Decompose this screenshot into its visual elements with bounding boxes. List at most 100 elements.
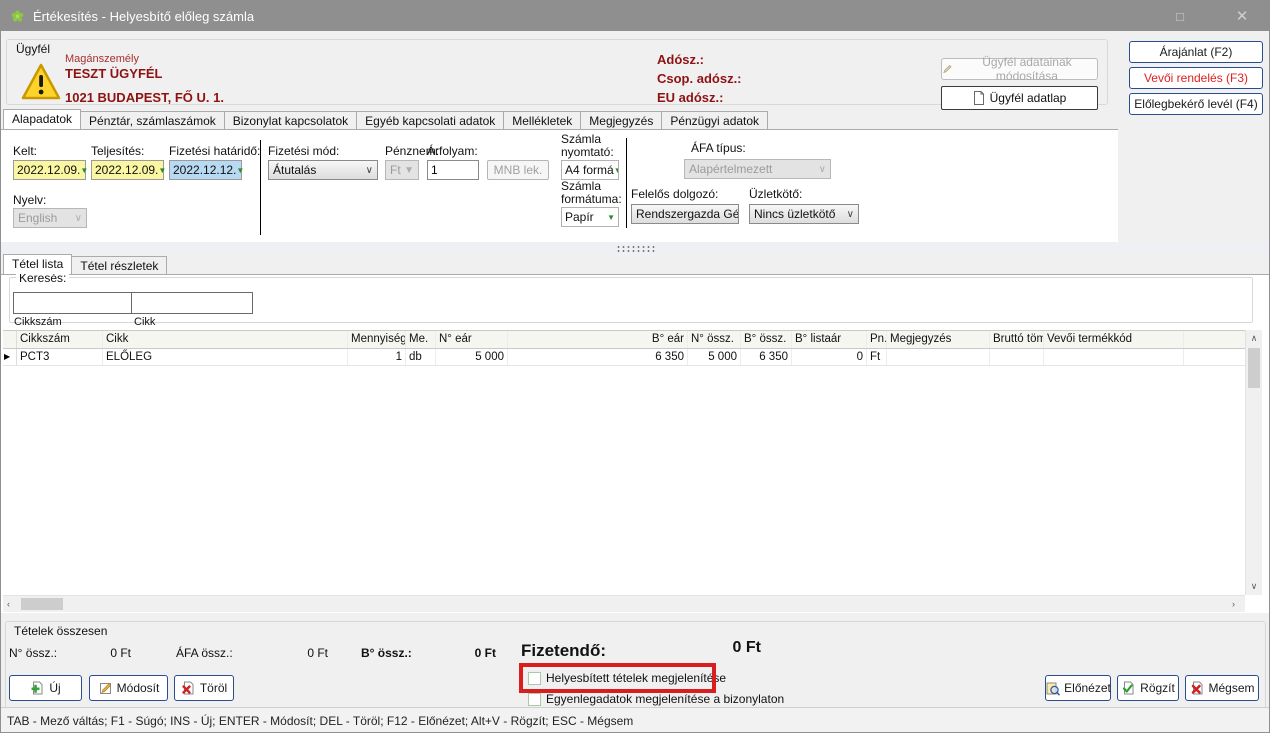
main-tab-6[interactable]: Pénzügyi adatok [661,111,768,129]
column-header-8[interactable]: B° listaár [792,331,867,348]
cell: 5 000 [688,349,741,365]
eu-tax-number-label: EU adósz.: [657,90,723,105]
uzletkoto-select[interactable]: Nincs üzletkötő∨ [749,204,859,224]
fizetesi-hatarido-datepicker[interactable]: 2022.12.12.▼ [169,160,242,180]
column-header-12[interactable]: Vevői termékkód [1044,331,1184,348]
maximize-button[interactable]: □ [1163,1,1197,31]
vertical-scroll-thumb[interactable] [1248,348,1260,388]
afa-tipus-label: ÁFA típus: [691,142,746,155]
title-bar: Értékesítés - Helyesbítő előleg számla □… [1,1,1269,31]
afa-tipus-select: Alapértelmezett∨ [684,159,831,179]
customer-header: Ügyfél Magánszemély TESZT ÜGYFÉL 1021 BU… [1,31,1269,109]
items-grid: CikkszámCikkMennyiségMe.N° eárB° eárN° ö… [3,330,1245,595]
side-button-0[interactable]: Árajánlat (F2) [1129,41,1263,63]
uzletkoto-label: Üzletkötő: [749,188,802,201]
new-item-icon [30,681,45,696]
brutto-total-label: B° össz.: [361,646,412,660]
horizontal-scrollbar[interactable]: ‹ › [3,595,1245,612]
szamla-formatuma-label: Számla formátuma: [561,180,629,206]
main-tab-4[interactable]: Mellékletek [503,111,581,129]
cell [1044,349,1184,365]
application-window: Értékesítés - Helyesbítő előleg számla □… [0,0,1270,733]
teljesites-datepicker[interactable]: 2022.12.09.▼ [91,160,164,180]
main-tab-2[interactable]: Bizonylat kapcsolatok [224,111,357,129]
column-header-1[interactable]: Cikk [103,331,348,348]
column-header-11[interactable]: Bruttó tömeg [990,331,1044,348]
chevron-down-icon: ∨ [75,213,82,224]
new-button[interactable]: Új [9,675,82,701]
main-tab-5[interactable]: Megjegyzés [580,111,662,129]
column-header-2[interactable]: Mennyiség [348,331,406,348]
form-divider [260,140,261,235]
splitter-bar[interactable] [1,242,1269,254]
fizetendo-label: Fizetendő: [521,641,606,661]
customer-type: Magánszemély [65,53,139,65]
tax-number-label: Adósz.: [657,52,704,67]
arfolyam-input[interactable] [427,160,479,180]
checkbox-icon[interactable] [528,693,541,706]
item-tab-strip: Tétel listaTétel részletek [3,254,166,274]
felelos-dolgozo-select[interactable]: Rendszergazda Gé∨ [631,204,739,224]
scroll-down-icon[interactable]: ∨ [1246,581,1262,592]
nyelv-select: English∨ [13,208,87,228]
horizontal-scroll-thumb[interactable] [21,598,63,610]
szamla-nyomtato-select[interactable]: A4 formá▼ [561,160,619,180]
scroll-left-icon[interactable]: ‹ [7,599,10,609]
scroll-right-icon[interactable]: › [1232,599,1235,609]
item-tab-0[interactable]: Tétel lista [3,254,72,274]
cell [887,349,990,365]
column-header-10[interactable]: Megjegyzés [887,331,990,348]
brutto-total-value: 0 Ft [421,646,496,660]
column-header-0[interactable]: Cikkszám [17,331,103,348]
fizetesi-mod-select[interactable]: Átutalás∨ [268,160,378,180]
table-row[interactable]: ▶PCT3ELŐLEG1db5 0006 3505 0006 3500Ft [3,349,1245,366]
penznem-select: Ft▼ [385,160,419,180]
szamla-formatuma-select[interactable]: Papír▼ [561,207,619,227]
column-header-7[interactable]: B° össz. [741,331,792,348]
customer-groupbox: Ügyfél Magánszemély TESZT ÜGYFÉL 1021 BU… [6,39,1108,105]
chevron-down-icon: ∨ [847,209,854,220]
item-tab-1[interactable]: Tétel részletek [71,256,167,274]
cell: 1 [348,349,406,365]
column-header-6[interactable]: N° össz. [688,331,741,348]
column-header-4[interactable]: N° eár [436,331,508,348]
column-header-3[interactable]: Me. [406,331,436,348]
column-header-5[interactable]: B° eár [508,331,688,348]
status-text: TAB - Mező váltás; F1 - Súgó; INS - Új; … [7,714,633,728]
side-button-1[interactable]: Vevői rendelés (F3) [1129,67,1263,89]
main-tab-3[interactable]: Egyéb kapcsolati adatok [356,111,504,129]
splitter-grip-icon [616,245,656,252]
save-button[interactable]: Rögzít [1117,675,1179,701]
grid-header-row: CikkszámCikkMennyiségMe.N° eárB° eárN° ö… [3,331,1245,349]
kelt-datepicker[interactable]: 2022.12.09.▼ [13,160,86,180]
row-marker-icon: ▶ [3,349,17,365]
close-button[interactable]: ✕ [1225,1,1259,31]
modify-customer-button[interactable]: Ügyfél adatainak módosítása [941,58,1098,80]
chevron-down-icon: ▼ [404,165,414,176]
side-button-2[interactable]: Előlegbekérő levél (F4) [1129,93,1263,115]
search-cikk-input[interactable] [131,292,253,314]
column-header-9[interactable]: Pn. [867,331,887,348]
afa-total-value: 0 Ft [253,646,328,660]
vertical-scrollbar[interactable]: ∧ ∨ [1245,330,1262,595]
column-header-filler [1184,331,1245,348]
window-title: Értékesítés - Helyesbítő előleg számla [33,9,254,24]
checkbox-icon[interactable] [528,672,541,685]
cancel-icon [1190,681,1205,696]
search-cikkszam-input[interactable] [13,292,132,314]
edit-icon [98,681,113,696]
cancel-button[interactable]: Mégsem [1185,675,1259,701]
preview-button[interactable]: Előnézet [1045,675,1111,701]
afa-total-label: ÁFA össz.: [176,646,233,660]
warning-icon [20,59,62,105]
main-tab-1[interactable]: Pénztár, számlaszámok [80,111,225,129]
scroll-up-icon[interactable]: ∧ [1246,333,1262,344]
modify-button[interactable]: Módosít [89,675,168,701]
delete-button[interactable]: Töröl [174,675,234,701]
customer-datasheet-button[interactable]: Ügyfél adatlap [941,86,1098,110]
main-tab-0[interactable]: Alapadatok [3,109,81,129]
alapadatok-panel: Kelt: Teljesítés: Fizetési határidő: 202… [1,129,1118,242]
egyenlegadatok-checkbox-row[interactable]: Egyenlegadatok megjelenítése a bizonylat… [528,692,784,706]
helyesbitett-checkbox-row[interactable]: Helyesbített tételek megjelenítése [528,671,726,685]
dropdown-arrow-icon: ▼ [614,166,619,175]
